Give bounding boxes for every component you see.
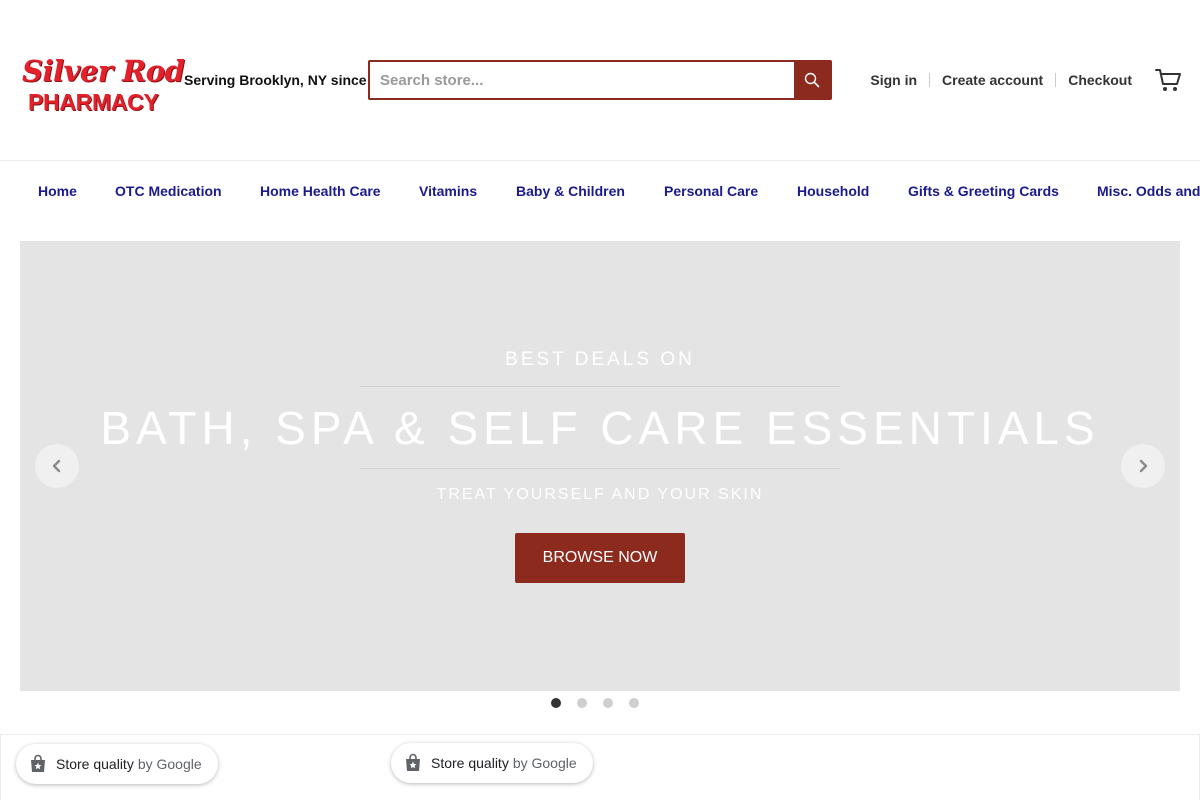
search-input[interactable] (370, 62, 794, 98)
hero-divider (360, 468, 840, 469)
nav-item-home[interactable]: Home (38, 183, 77, 199)
chevron-right-icon (1139, 459, 1148, 473)
badge-by-google: by Google (137, 756, 202, 772)
chevron-left-icon (52, 459, 61, 473)
slide-dot-3[interactable] (603, 698, 613, 708)
badge-label: Store quality (56, 756, 134, 772)
next-slide-button[interactable] (1121, 444, 1165, 488)
hero-divider (360, 386, 840, 387)
badge-label: Store quality (431, 755, 509, 771)
nav-item-gifts-greeting-cards[interactable]: Gifts & Greeting Cards (908, 183, 1059, 199)
search-button[interactable] (794, 62, 830, 98)
slide-dot-2[interactable] (577, 698, 587, 708)
logo-line-1: Silver Rod (22, 54, 185, 88)
site-header: Silver Rod PHARMACY Serving Brooklyn, NY… (0, 0, 1200, 160)
store-tagline: Serving Brooklyn, NY since (184, 72, 367, 88)
account-links: Sign in Create account Checkout (870, 72, 1132, 88)
sign-in-link[interactable]: Sign in (870, 72, 917, 88)
hero-title: BATH, SPA & SELF CARE ESSENTIALS (100, 402, 1100, 454)
create-account-link[interactable]: Create account (942, 72, 1043, 88)
search-icon (804, 72, 820, 88)
hero-subtitle: TREAT YOURSELF AND YOUR SKIN (436, 486, 764, 503)
search-bar (368, 60, 832, 100)
nav-item-baby-children[interactable]: Baby & Children (516, 183, 625, 199)
nav-item-otc-medication[interactable]: OTC Medication (115, 183, 222, 199)
shopping-bag-icon (406, 753, 420, 771)
nav-item-household[interactable]: Household (797, 183, 869, 199)
cart-button[interactable] (1154, 66, 1182, 94)
store-quality-badge[interactable]: Store quality by Google (16, 744, 218, 784)
nav-item-personal-care[interactable]: Personal Care (664, 183, 758, 199)
store-quality-badge[interactable]: Store quality by Google (391, 743, 593, 783)
nav-item-vitamins[interactable]: Vitamins (419, 183, 477, 199)
checkout-link[interactable]: Checkout (1068, 72, 1132, 88)
browse-now-button[interactable]: BROWSE NOW (515, 533, 685, 583)
hero-slideshow: BEST DEALS ON BATH, SPA & SELF CARE ESSE… (20, 241, 1180, 691)
slide-dot-1[interactable] (551, 698, 561, 708)
hero-kicker: BEST DEALS ON (505, 349, 695, 370)
main-navigation: Home OTC Medication Home Health Care Vit… (0, 160, 1200, 220)
shopping-cart-icon (1155, 69, 1181, 91)
divider (1055, 73, 1057, 87)
store-logo[interactable]: Silver Rod PHARMACY (22, 54, 185, 116)
slide-indicators (551, 698, 639, 708)
shopping-bag-icon (31, 754, 45, 772)
nav-item-misc-odds[interactable]: Misc. Odds and (1097, 183, 1200, 199)
nav-item-home-health-care[interactable]: Home Health Care (260, 183, 381, 199)
logo-line-2: PHARMACY (28, 89, 159, 115)
badge-by-google: by Google (512, 755, 577, 771)
previous-slide-button[interactable] (35, 444, 79, 488)
divider (929, 73, 931, 87)
slide-dot-4[interactable] (629, 698, 639, 708)
